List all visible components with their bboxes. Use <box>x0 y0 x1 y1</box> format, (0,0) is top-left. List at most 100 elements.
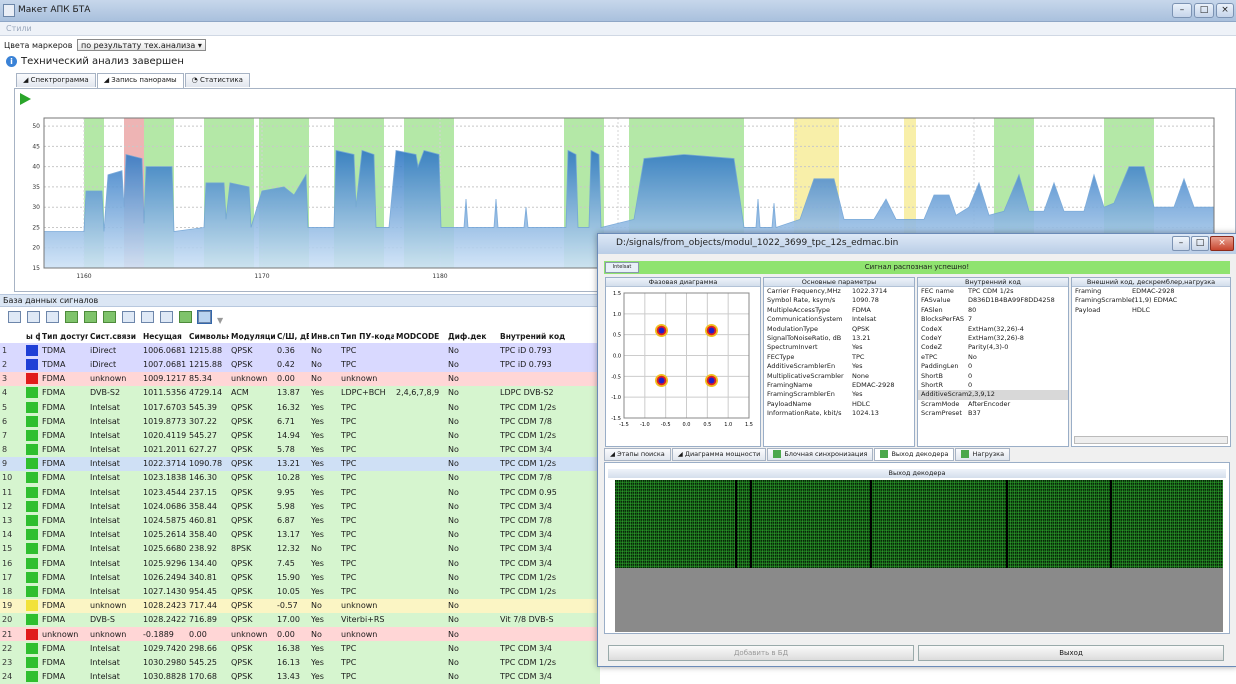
outer-scrollbar[interactable] <box>1074 436 1228 444</box>
color-marker <box>26 671 38 683</box>
chart-icon[interactable] <box>141 311 154 323</box>
column-header[interactable]: MODCODE <box>394 329 446 344</box>
import-icon[interactable] <box>65 311 78 323</box>
column-header[interactable]: Диф.дек <box>446 329 498 344</box>
table-row[interactable]: 17 FDMA Intelsat 1026.2494 340.81 QPSK 15.90 Ye… <box>0 570 600 585</box>
play-icon[interactable] <box>20 93 31 105</box>
close-button[interactable]: × <box>1216 3 1234 18</box>
table-row[interactable]: 19 FDMA unknown 1028.2423 717.44 QPSK -0.57 No u… <box>0 598 600 613</box>
table-row[interactable]: 24 FDMA Intelsat 1030.8828 170.68 QPSK 13.43 Ye… <box>0 669 600 684</box>
markers-select[interactable]: по результату тех.анализа ▾ <box>76 39 206 51</box>
table-row[interactable]: 3 FDMA unknown 1009.1217 85.34 unknown 0.00 No u… <box>0 371 600 386</box>
select-icon[interactable] <box>197 310 212 324</box>
tab-decoder-output[interactable]: Выход декодера <box>874 448 955 461</box>
table-row[interactable]: 13 FDMA Intelsat 1024.5875 460.81 QPSK 6.87 Yes… <box>0 513 600 528</box>
column-header[interactable]: Сист.связи <box>88 329 141 344</box>
cell-mod: QPSK <box>231 558 253 568</box>
table-row[interactable]: 5 FDMA Intelsat 1017.6703 545.39 QPSK 16.32 Yes… <box>0 399 600 415</box>
color-marker <box>26 557 38 569</box>
tab-block-sync[interactable]: Блочная синхронизация <box>767 448 874 461</box>
tab-spectrogram[interactable]: ◢ Спектрограмма <box>16 73 96 87</box>
table-row[interactable]: 7 FDMA Intelsat 1020.4119 545.27 QPSK 14.94 Yes… <box>0 428 600 443</box>
cell-inv: Yes <box>311 672 324 682</box>
cell-sys: Intelsat <box>90 643 120 653</box>
param-key: AdditiveScram <box>921 390 969 399</box>
table-row[interactable]: 4 FDMA DVB-S2 1011.5356 4729.14 ACM 13.87 Yes LD… <box>0 385 600 400</box>
delete-icon[interactable] <box>27 311 40 323</box>
table-row[interactable]: 8 FDMA Intelsat 1021.2011 627.27 QPSK 5.78 Yes T… <box>0 442 600 457</box>
param-key: ShortR <box>921 381 943 390</box>
dialog-maximize-button[interactable]: □ <box>1191 236 1209 251</box>
param-value: Intelsat <box>852 315 877 324</box>
cell-snr: 16.38 <box>277 643 300 653</box>
y-tick-label: 0.0 <box>613 354 621 360</box>
dialog-minimize-button[interactable]: – <box>1172 236 1190 251</box>
minimize-button[interactable]: – <box>1172 3 1192 18</box>
cell-mod: unknown <box>231 629 268 639</box>
table-row[interactable]: 14 FDMA Intelsat 1025.2614 358.40 QPSK 13.17 Ye… <box>0 527 600 542</box>
save-icon[interactable] <box>8 311 21 323</box>
column-header[interactable]: С/Ш, дБ <box>275 329 309 344</box>
spectrum-icon[interactable] <box>160 311 173 323</box>
cell-access: FDMA <box>42 672 66 682</box>
param-key: Payload <box>1075 305 1101 314</box>
param-row: FASvalue D836D1B4BA99F8DD4258 <box>918 296 1068 305</box>
cell-freq: 1022.3714 <box>143 459 187 469</box>
cell-inner: TPC CDM 3/4 <box>500 558 552 568</box>
cell-modcode <box>394 556 446 570</box>
table-row[interactable]: 2 TDMA iDirect 1007.0681 1215.88 QPSK 0.42 No TP… <box>0 357 600 372</box>
param-key: CodeZ <box>921 343 943 352</box>
column-header[interactable]: Внутрений код <box>498 329 600 344</box>
param-row: eTPC No <box>918 353 1068 362</box>
tab-search-stages[interactable]: ◢ Этапы поиска <box>604 448 671 461</box>
column-header[interactable]: Тип доступа <box>40 329 88 344</box>
column-header[interactable] <box>0 329 24 344</box>
tab-panorama[interactable]: ◢ Запись панорамы <box>96 73 184 88</box>
stop-icon[interactable] <box>122 311 135 323</box>
run-icon[interactable] <box>103 311 116 323</box>
cell-mod: QPSK <box>231 430 253 440</box>
cell-snr: 6.87 <box>277 516 295 526</box>
funnel-icon[interactable]: ▼ <box>217 316 230 328</box>
table-row[interactable]: 21 unknown unknown -0.1889 0.00 unknown 0.00 No… <box>0 626 600 642</box>
tab-power-diagram[interactable]: ◢ Диаграмма мощности <box>671 448 767 461</box>
filter-green-icon[interactable] <box>179 311 192 323</box>
table-row[interactable]: 11 FDMA Intelsat 1023.4544 237.15 QPSK 9.95 Yes… <box>0 485 600 500</box>
column-header[interactable]: Несущая <box>141 329 187 344</box>
dialog-close-button[interactable]: × <box>1210 236 1234 251</box>
table-row[interactable]: 16 FDMA Intelsat 1025.9296 134.40 QPSK 7.45 Yes… <box>0 556 600 571</box>
maximize-button[interactable]: □ <box>1194 3 1214 18</box>
cell-modcode <box>394 400 446 414</box>
cell-sys: Intelsat <box>90 544 120 554</box>
tab-statistics[interactable]: ◔ Статистика <box>184 73 250 87</box>
table-row[interactable]: 6 FDMA Intelsat 1019.8773 307.22 QPSK 6.71 Yes T… <box>0 414 600 429</box>
menu-styles[interactable]: Стили <box>6 24 32 33</box>
cell-sys: Intelsat <box>90 530 120 540</box>
table-row[interactable]: 22 FDMA Intelsat 1029.7420 298.66 QPSK 16.38 Ye… <box>0 641 600 656</box>
table-row[interactable]: 15 FDMA Intelsat 1025.6680 238.92 8PSK 12.32 No… <box>0 541 600 556</box>
table-row[interactable]: 20 FDMA DVB-S 1028.2422 716.89 QPSK 17.00 Yes Vi… <box>0 612 600 627</box>
table-row[interactable]: 10 FDMA Intelsat 1023.1838 146.30 QPSK 10.28 Ye… <box>0 470 600 486</box>
table-row[interactable]: 1 TDMA iDirect 1006.0681 1215.88 QPSK 0.36 No TP… <box>0 343 600 358</box>
exit-button[interactable]: Выход <box>918 645 1224 661</box>
cell-inner: TPC CDM 1/2s <box>500 657 557 667</box>
table-icon[interactable] <box>46 311 59 323</box>
x-tick-label: -0.5 <box>661 422 671 428</box>
column-header[interactable]: Инв.сп <box>309 329 339 344</box>
table-row[interactable]: 18 FDMA Intelsat 1027.1430 954.45 QPSK 10.05 Ye… <box>0 584 600 599</box>
table-row[interactable]: 23 FDMA Intelsat 1030.2980 545.25 QPSK 16.13 Ye… <box>0 655 600 670</box>
cell-inv: Yes <box>311 459 324 469</box>
column-header[interactable]: Символьн. <box>187 329 229 344</box>
column-header[interactable]: ы фа <box>24 329 40 344</box>
export-icon[interactable] <box>84 311 97 323</box>
add-to-db-button[interactable]: Добавить в БД <box>608 645 914 661</box>
column-header[interactable]: Тип ПУ-кода <box>339 329 394 344</box>
tab-payload[interactable]: Нагрузка <box>955 448 1011 461</box>
x-tick-label: 1.5 <box>745 422 753 428</box>
table-row[interactable]: 12 FDMA Intelsat 1024.0686 358.44 QPSK 5.98 Yes… <box>0 499 600 514</box>
row-number: 23 <box>2 657 13 667</box>
cell-diff: No <box>448 445 459 455</box>
table-row[interactable]: 9 FDMA Intelsat 1022.3714 1090.78 QPSK 13.21 Ye… <box>0 456 600 471</box>
cell-modcode <box>394 655 446 669</box>
column-header[interactable]: Модуляция <box>229 329 275 344</box>
